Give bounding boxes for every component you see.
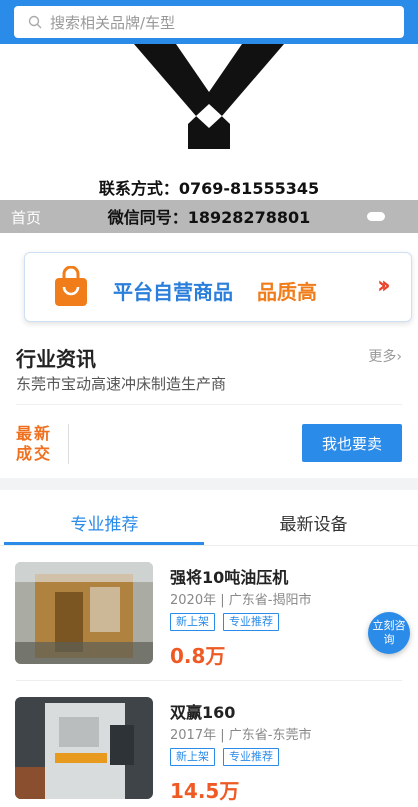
tag-new: 新上架: [170, 613, 215, 631]
tab-recommended[interactable]: 专业推荐: [0, 510, 209, 535]
product-meta: 2017年 | 广东省-东莞市: [170, 728, 312, 743]
tag-recommended: 专业推荐: [223, 748, 279, 766]
tab-latest-equipment[interactable]: 最新设备: [209, 510, 418, 535]
product-year: 2017年: [170, 728, 217, 743]
product-location: 广东省-揭阳市: [228, 593, 312, 608]
search-icon: [28, 15, 42, 29]
tag-recommended: 专业推荐: [223, 613, 279, 631]
page: 搜索相关品牌/车型 联系方式：0769-81555345 首页 微信同号：189…: [0, 0, 418, 807]
sell-button[interactable]: 我也要卖: [302, 424, 402, 462]
product-name: 强将10吨油压机: [170, 568, 289, 587]
shopping-bag-icon: [55, 266, 87, 306]
promo-banner[interactable]: 平台自营商品 品质高 ››: [24, 252, 412, 322]
product-card[interactable]: 强将10吨油压机 2020年 | 广东省-揭阳市 新上架 专业推荐 0.8万: [0, 562, 418, 688]
product-tags: 新上架 专业推荐: [170, 613, 287, 631]
wechat-number: 微信同号：18928278801: [107, 208, 311, 227]
divider: [16, 680, 402, 681]
product-location: 广东省-东莞市: [228, 728, 312, 743]
divider: [0, 545, 418, 546]
product-tags: 新上架 专业推荐: [170, 748, 287, 766]
product-card[interactable]: 双赢160 2017年 | 广东省-东莞市 新上架 专业推荐 14.5万: [0, 697, 418, 807]
product-price: 14.5万: [170, 779, 240, 803]
search-bar: 搜索相关品牌/车型: [0, 0, 418, 44]
consult-button[interactable]: 立刻咨询: [368, 612, 410, 654]
promo-highlight: 品质高: [257, 280, 317, 304]
search-input[interactable]: 搜索相关品牌/车型: [14, 6, 404, 38]
product-meta: 2020年 | 广东省-揭阳市: [170, 593, 312, 608]
divider: [68, 424, 69, 464]
product-name: 双赢160: [170, 703, 236, 722]
section-gap: [0, 478, 418, 490]
carousel-indicator[interactable]: [367, 212, 385, 221]
news-item[interactable]: 东莞市宝动高速冲床制造生产商: [16, 373, 226, 394]
product-price: 0.8万: [170, 644, 226, 668]
double-chevron-icon: ››: [377, 271, 391, 299]
tab-bar: 专业推荐 最新设备: [0, 490, 418, 546]
product-image: [15, 697, 153, 799]
brand-logo: [134, 44, 284, 149]
news-more-link[interactable]: 更多›: [368, 346, 402, 366]
news-title: 行业资讯: [16, 347, 96, 371]
contact-phone: 联系方式：0769-81555345: [98, 179, 320, 198]
promo-text: 平台自营商品: [113, 280, 233, 304]
banner[interactable]: 联系方式：0769-81555345: [0, 44, 418, 200]
latest-deals-label: 最新成交: [16, 424, 53, 463]
product-image: [15, 562, 153, 664]
product-year: 2020年: [170, 593, 217, 608]
search-placeholder: 搜索相关品牌/车型: [50, 13, 176, 32]
tag-new: 新上架: [170, 748, 215, 766]
divider: [16, 404, 402, 405]
